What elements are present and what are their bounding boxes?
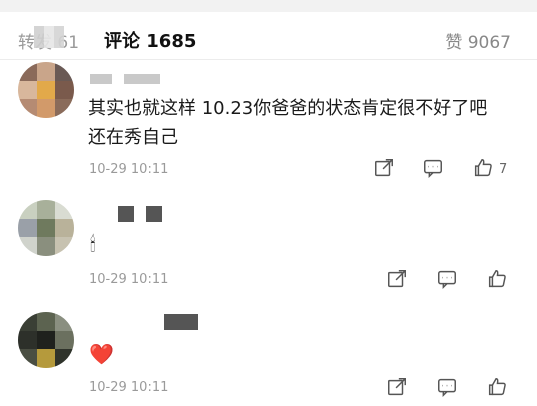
comment-time: 10-29 10:11 bbox=[89, 380, 169, 395]
comment-text-line2: 还在秀自己 bbox=[88, 127, 178, 148]
tab-reposts[interactable]: 转发 61 bbox=[18, 26, 79, 53]
comment-item: ❤️ 10-29 10:11 bbox=[0, 308, 537, 406]
avatar[interactable] bbox=[18, 200, 74, 256]
like-count: 7 bbox=[499, 162, 508, 177]
blur-mask bbox=[34, 26, 64, 48]
like-icon[interactable] bbox=[472, 157, 496, 181]
like-icon[interactable] bbox=[486, 376, 510, 400]
comment-tabs: 转发 61 评论 1685 赞 9067 bbox=[0, 12, 537, 62]
share-icon[interactable] bbox=[373, 157, 397, 181]
comment-text-line1: 其实也就这样 10.23你爸爸的状态肯定很不好了吧 bbox=[88, 98, 488, 119]
like-icon[interactable] bbox=[486, 268, 510, 292]
heart-emoji: ❤️ bbox=[89, 342, 114, 366]
share-icon[interactable] bbox=[386, 376, 410, 400]
reply-icon[interactable] bbox=[422, 157, 446, 181]
avatar[interactable] bbox=[18, 62, 74, 118]
comment-item: 🕯 10-29 10:11 bbox=[0, 198, 537, 298]
tab-comments[interactable]: 评论 1685 bbox=[104, 27, 196, 53]
share-icon[interactable] bbox=[386, 268, 410, 292]
avatar[interactable] bbox=[18, 312, 74, 368]
username-masked[interactable] bbox=[118, 206, 162, 222]
tab-likes[interactable]: 赞 9067 bbox=[445, 28, 511, 53]
reply-icon[interactable] bbox=[436, 268, 460, 292]
username-masked[interactable] bbox=[90, 74, 160, 84]
comment-text: 其实也就这样 10.23你爸爸的状态肯定很不好了吧 还在秀自己 bbox=[88, 94, 487, 152]
comment-item: 其实也就这样 10.23你爸爸的状态肯定很不好了吧 还在秀自己 10-29 10… bbox=[0, 62, 537, 188]
comment-time: 10-29 10:11 bbox=[89, 162, 169, 177]
comment-time: 10-29 10:11 bbox=[89, 272, 169, 287]
reply-icon[interactable] bbox=[436, 376, 460, 400]
candle-emoji: 🕯 bbox=[90, 232, 96, 256]
username-masked[interactable] bbox=[164, 314, 198, 330]
top-strip bbox=[0, 0, 537, 12]
divider bbox=[0, 59, 537, 60]
